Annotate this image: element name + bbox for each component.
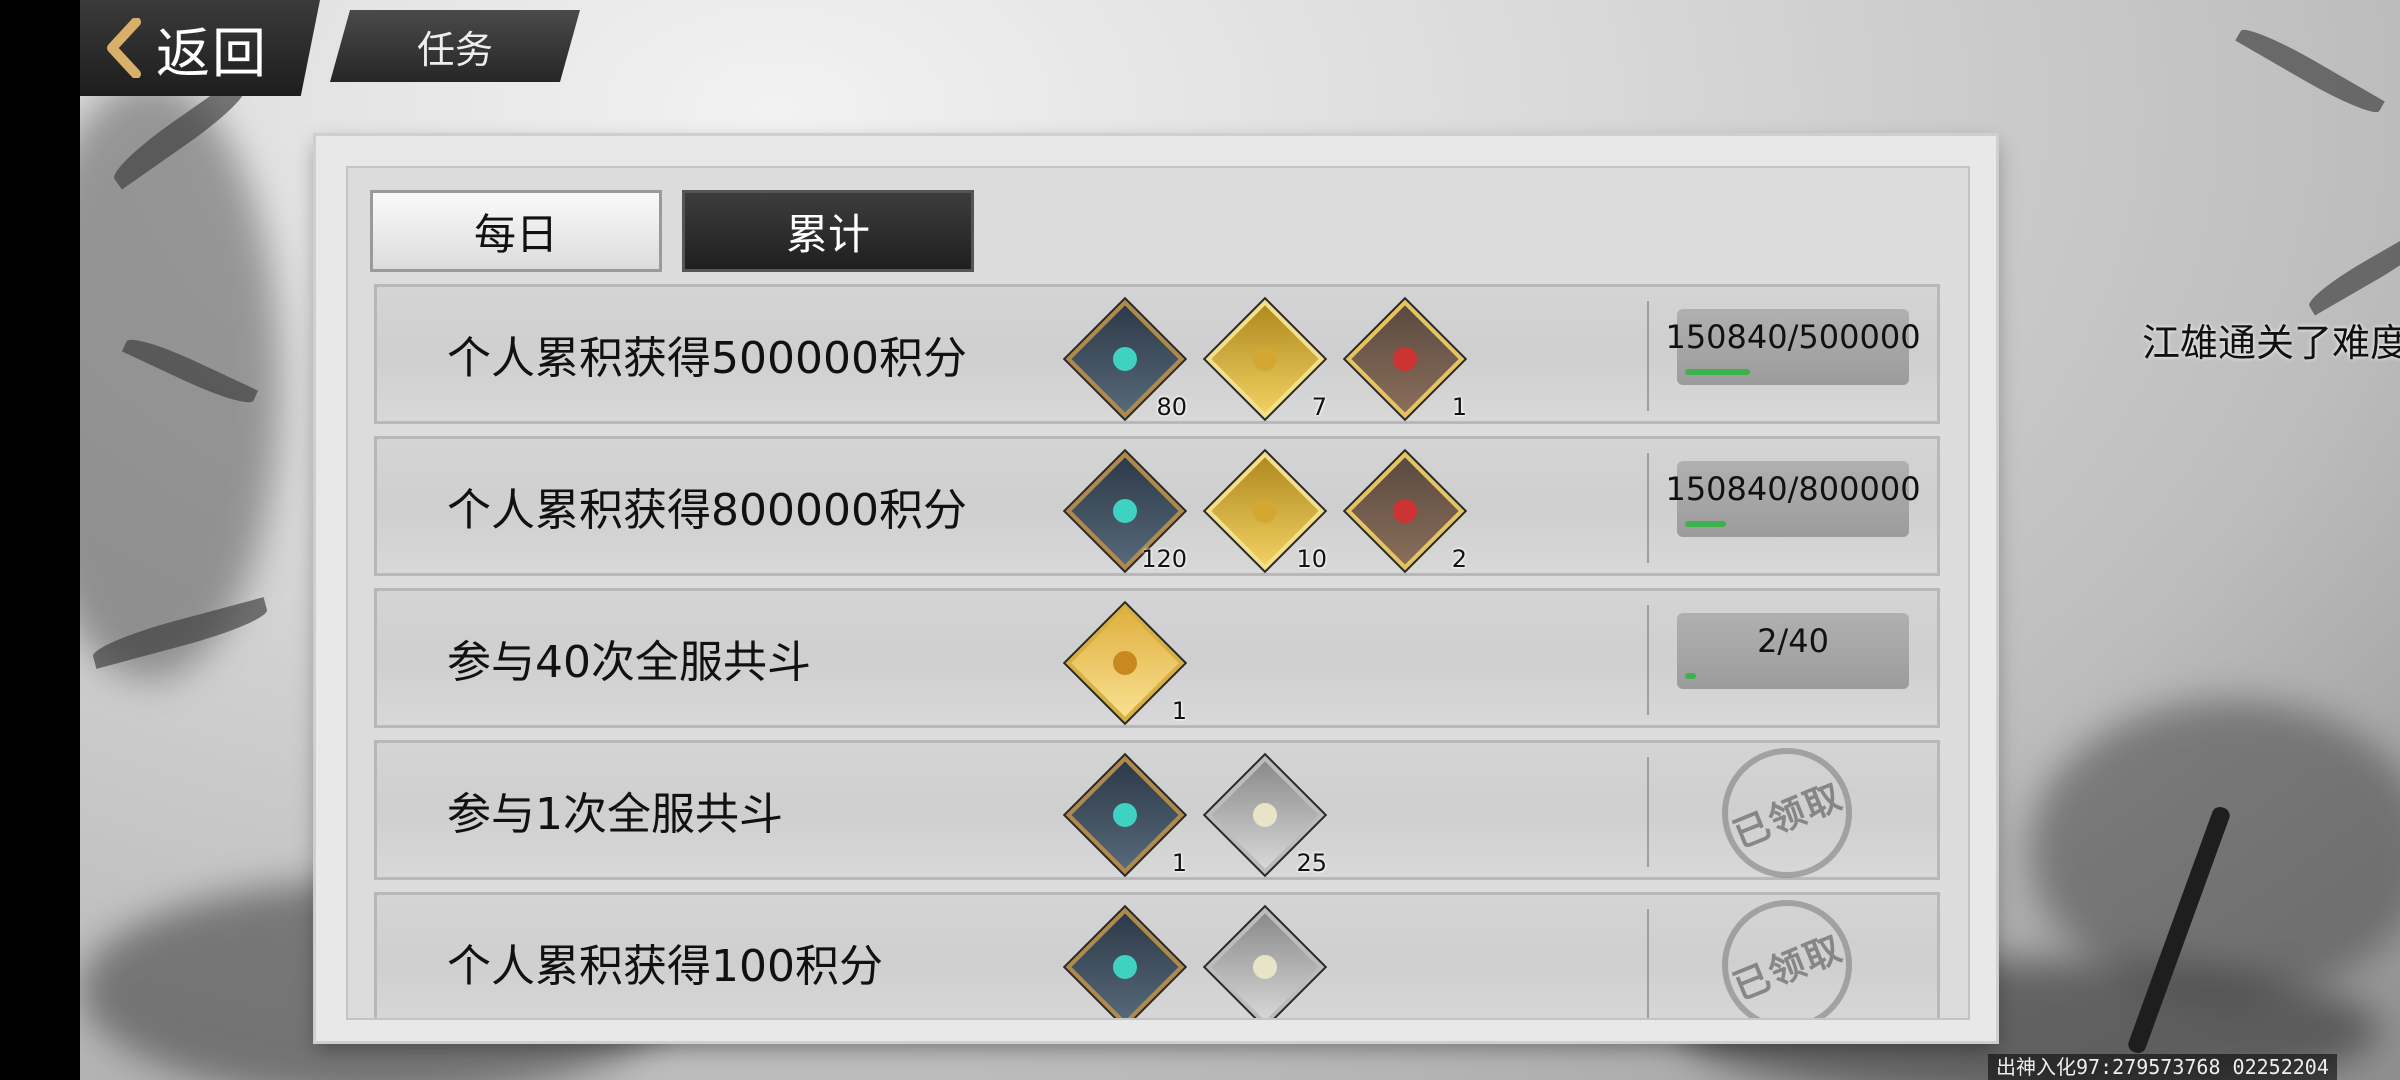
reward-frame: [1065, 907, 1185, 1018]
row-divider: [1647, 453, 1649, 563]
task-panel: 每日 累计 个人累积获得500000积分 80 7 1 150840/500000 个人累…: [316, 136, 1996, 1041]
broadcast-marquee: 江雄通关了难度27: [2142, 321, 2400, 365]
stamp-circle: 已领取: [1702, 728, 1872, 898]
progress-bar-fill: [1685, 521, 1726, 527]
reward-frame: [1345, 451, 1465, 571]
claimed-label: 已领取: [1727, 775, 1849, 857]
reward-gem: [1108, 342, 1142, 376]
tab-daily[interactable]: 每日: [370, 190, 662, 272]
reward-count: 7: [1311, 393, 1327, 421]
silver-ore-icon[interactable]: [1205, 907, 1325, 1018]
jade-token-icon[interactable]: 1: [1065, 755, 1187, 877]
task-row: 参与1次全服共斗 1 25 已领取: [374, 728, 1940, 898]
reward-count: 2: [1451, 545, 1467, 573]
progress-text: 150840/500000: [1665, 318, 1921, 356]
progress-box: 150840/500000: [1665, 309, 1921, 385]
row-divider: [1647, 301, 1649, 411]
reward-count: 1: [1171, 849, 1187, 877]
progress-bar-fill: [1685, 369, 1750, 375]
back-label: 返回: [156, 21, 268, 85]
reward-frame: [1065, 755, 1185, 875]
reward-count: 1: [1451, 393, 1467, 421]
reward-count: 1: [1171, 697, 1187, 725]
reward-gem: [1248, 342, 1282, 376]
jade-token-icon[interactable]: 120: [1065, 451, 1187, 573]
reward-count: 80: [1156, 393, 1187, 421]
stamp-circle: 已领取: [1702, 880, 1872, 1018]
task-row: 参与40次全服共斗 1 2/40: [374, 588, 1940, 728]
progress-text: 2/40: [1757, 622, 1829, 660]
reward-frame: [1065, 603, 1185, 723]
golden-scroll-icon[interactable]: 7: [1205, 299, 1327, 421]
reward-count: 120: [1141, 545, 1187, 573]
hero-portrait-icon[interactable]: 1: [1345, 299, 1467, 421]
task-name: 个人累积获得500000积分: [447, 333, 967, 384]
task-row: 个人累积获得100积分 已领取: [374, 880, 1940, 1018]
game-screen: 返回 任务 每日 累计 个人累积获得500000积分 80 7 1 150840/500…: [80, 0, 2400, 1080]
progress-bar-fill: [1685, 673, 1696, 679]
tab-cumulative[interactable]: 累计: [682, 190, 974, 272]
task-name: 个人累积获得100积分: [447, 941, 883, 992]
reward-frame: [1205, 907, 1325, 1018]
task-row: 个人累积获得800000积分 120 10 2 150840/800000: [374, 436, 1940, 576]
jade-token-icon[interactable]: [1065, 907, 1185, 1018]
reward-gem: [1108, 950, 1142, 984]
reward-gem: [1388, 494, 1422, 528]
reward-gem: [1108, 798, 1142, 832]
golden-scroll-icon[interactable]: 10: [1205, 451, 1327, 573]
reward-gem: [1248, 798, 1282, 832]
task-name: 参与40次全服共斗: [447, 637, 811, 688]
reward-gem: [1248, 494, 1282, 528]
reward-count: 25: [1296, 849, 1327, 877]
task-name: 参与1次全服共斗: [447, 789, 783, 840]
task-panel-inner: 每日 累计 个人累积获得500000积分 80 7 1 150840/500000 个人累…: [346, 166, 1970, 1020]
page-title: 任务: [416, 27, 493, 72]
reward-frame: [1205, 299, 1325, 419]
silver-ore-icon[interactable]: 25: [1205, 755, 1327, 877]
gold-ticket-icon[interactable]: 1: [1065, 603, 1187, 725]
claimed-stamp: 已领取: [1702, 728, 1872, 898]
row-divider: [1647, 909, 1649, 1018]
chevron-left-icon: [104, 17, 144, 79]
reward-gem: [1388, 342, 1422, 376]
page-title-tab: 任务: [330, 10, 580, 82]
progress-box: 150840/800000: [1665, 461, 1921, 537]
reward-frame: [1345, 299, 1465, 419]
claimed-label: 已领取: [1727, 927, 1849, 1009]
row-divider: [1647, 757, 1649, 867]
task-row: 个人累积获得500000积分 80 7 1 150840/500000: [374, 284, 1940, 424]
hero-portrait-icon[interactable]: 2: [1345, 451, 1467, 573]
progress-text: 150840/800000: [1665, 470, 1921, 508]
reward-gem: [1108, 646, 1142, 680]
reward-count: 10: [1296, 545, 1327, 573]
reward-gem: [1248, 950, 1282, 984]
jade-token-icon[interactable]: 80: [1065, 299, 1187, 421]
task-list[interactable]: 个人累积获得500000积分 80 7 1 150840/500000 个人累积获得800…: [374, 284, 1940, 1018]
claimed-stamp: 已领取: [1702, 880, 1872, 1018]
task-name: 个人累积获得800000积分: [447, 485, 967, 536]
row-divider: [1647, 605, 1649, 715]
player-id-label: 出神入化97:279573768 02252204: [1988, 1054, 2337, 1080]
back-button[interactable]: 返回: [80, 0, 320, 96]
progress-box: 2/40: [1677, 613, 1909, 689]
reward-gem: [1108, 494, 1142, 528]
